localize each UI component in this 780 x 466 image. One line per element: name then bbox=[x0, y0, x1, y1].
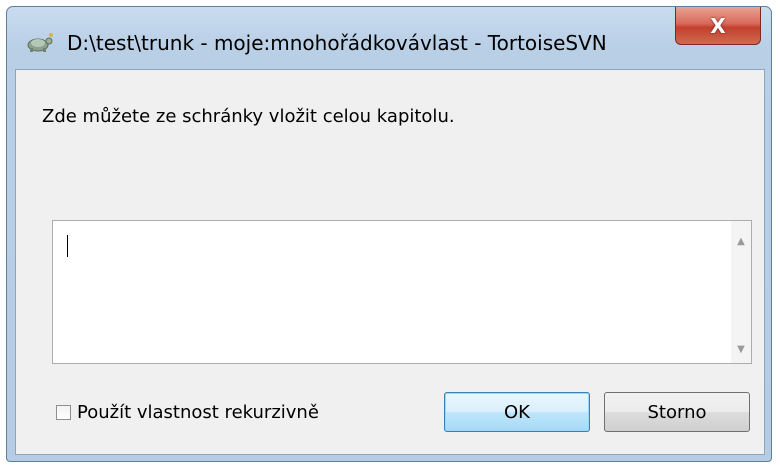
recursive-option[interactable]: Použít vlastnost rekurzivně bbox=[56, 402, 319, 423]
window-title: D:\test\trunk - moje:mnohořádkovávlast -… bbox=[67, 31, 607, 55]
prompt-text: Zde můžete ze schránky vložit celou kapi… bbox=[42, 106, 455, 127]
close-button[interactable]: X bbox=[675, 7, 761, 45]
property-value-textarea[interactable]: ▲ ▼ bbox=[52, 220, 752, 364]
ok-button[interactable]: OK bbox=[444, 392, 590, 432]
recursive-checkbox[interactable] bbox=[56, 405, 71, 420]
dialog-window: D:\test\trunk - moje:mnohořádkovávlast -… bbox=[6, 6, 772, 462]
title-bar[interactable]: D:\test\trunk - moje:mnohořádkovávlast -… bbox=[7, 7, 771, 69]
tortoise-icon bbox=[25, 31, 55, 53]
text-caret bbox=[67, 235, 68, 257]
close-icon: X bbox=[710, 13, 726, 38]
dialog-body: Zde můžete ze schránky vložit celou kapi… bbox=[15, 69, 765, 455]
textarea-scrollbar[interactable]: ▲ ▼ bbox=[731, 221, 751, 363]
scroll-up-icon[interactable]: ▲ bbox=[731, 231, 751, 251]
cancel-button[interactable]: Storno bbox=[604, 392, 750, 432]
recursive-checkbox-label[interactable]: Použít vlastnost rekurzivně bbox=[77, 402, 319, 423]
scroll-down-icon[interactable]: ▼ bbox=[731, 339, 751, 359]
